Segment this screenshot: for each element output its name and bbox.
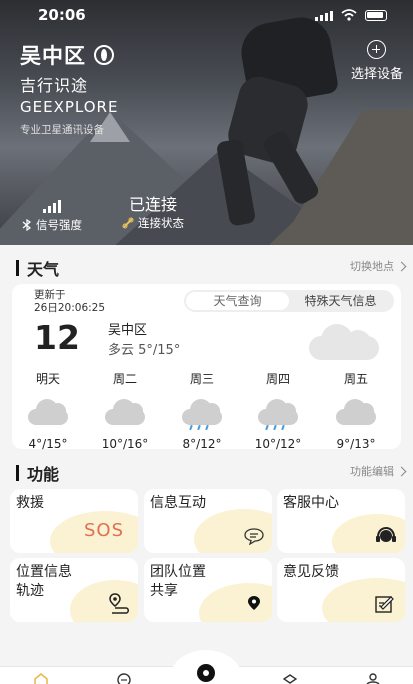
headset-icon [376, 526, 396, 542]
switch-location-link[interactable]: 切换地点 [350, 258, 407, 274]
cloud-icon [330, 395, 382, 431]
location-name: 吴中区 [20, 44, 86, 68]
chevron-right-icon [396, 466, 407, 476]
select-device-label: 选择设备 [350, 67, 403, 82]
brand-block: 吉行识途 GEEXPLORE 专业卫星通讯设备 [20, 72, 118, 137]
weather-tabs: 天气查询 特殊天气信息 [184, 290, 394, 312]
link-icon [122, 217, 134, 229]
function-section-title: 功能 [16, 461, 59, 485]
weather-section-title: 天气 [16, 256, 59, 280]
add-circle-icon [367, 40, 387, 59]
profile-icon[interactable] [366, 673, 380, 684]
current-temperature: 12 [34, 318, 80, 357]
signal-strength: 信号强度 [22, 193, 82, 233]
chevron-right-icon [396, 261, 407, 271]
rescue-card[interactable]: 救援 SOS [10, 489, 138, 553]
map-layers-icon[interactable] [283, 673, 297, 684]
tab-weather-query[interactable]: 天气查询 [186, 292, 289, 310]
edit-note-icon [375, 596, 394, 613]
cloud-icon [22, 395, 74, 431]
tab-special-weather[interactable]: 特殊天气信息 [289, 292, 392, 310]
current-location: 吴中区 [108, 323, 148, 338]
forecast-day: 周五 9°/13° [320, 370, 392, 451]
brand-subtitle: 专业卫星通讯设备 [20, 124, 104, 136]
home-icon[interactable] [34, 673, 48, 684]
map-pin-icon [248, 596, 260, 610]
rain-icon [252, 395, 304, 431]
cellular-signal-icon [315, 11, 333, 21]
brand-name-cn: 吉行识途 [20, 76, 89, 95]
location-track-label: 位置信息 轨迹 [16, 564, 72, 599]
chat-bubble-icon [244, 528, 264, 545]
feedback-label: 意见反馈 [283, 564, 339, 580]
location-target-icon [197, 664, 215, 682]
cloud-icon [309, 322, 381, 360]
forecast-day: 明天 4°/15° [12, 370, 84, 451]
feedback-card[interactable]: 意见反馈 [277, 558, 405, 622]
center-action-button[interactable] [169, 650, 243, 684]
battery-icon [365, 10, 387, 21]
forecast-day: 周二 10°/16° [89, 370, 161, 451]
sos-badge: SOS [83, 520, 124, 541]
message-icon[interactable] [117, 673, 131, 684]
bluetooth-icon [22, 219, 31, 231]
forecast-day: 周四 10°/12° [242, 370, 314, 451]
customer-service-label: 客服中心 [283, 495, 339, 511]
customer-service-card[interactable]: 客服中心 [277, 489, 405, 553]
current-condition: 多云 5°/15° [108, 343, 181, 358]
location-track-card[interactable]: 位置信息 轨迹 [10, 558, 138, 622]
message-interaction-label: 信息互动 [150, 495, 206, 511]
route-pin-icon [109, 593, 129, 614]
update-info: 更新于 26日20:06:25 [34, 289, 106, 314]
select-device-button[interactable]: 选择设备 [351, 40, 403, 82]
cloud-icon [99, 395, 151, 431]
signal-bars-icon [22, 193, 82, 213]
wifi-icon [341, 9, 357, 21]
connection-value: 已连接 [128, 195, 177, 214]
rescue-label: 救援 [16, 495, 44, 511]
weather-card: 更新于 26日20:06:25 天气查询 特殊天气信息 12 吴中区 多云 5°… [12, 284, 401, 451]
connection-label: 连接状态 [138, 216, 184, 230]
globe-icon[interactable] [94, 45, 114, 65]
edit-functions-link[interactable]: 功能编辑 [350, 463, 407, 479]
signal-strength-label: 信号强度 [36, 218, 82, 232]
forecast-day: 周三 8°/12° [166, 370, 238, 451]
team-location-label: 团队位置 共享 [150, 564, 206, 599]
team-location-card[interactable]: 团队位置 共享 [144, 558, 272, 622]
status-bar: 20:06 [0, 0, 413, 32]
status-time: 20:06 [38, 6, 86, 24]
location-header[interactable]: 吴中区 [20, 40, 114, 70]
climber-graphic [203, 12, 353, 230]
rain-icon [176, 395, 228, 431]
message-interaction-card[interactable]: 信息互动 [144, 489, 272, 553]
brand-name-en: GEEXPLORE [20, 98, 119, 116]
connection-status: 已连接 连接状态 [122, 191, 184, 231]
